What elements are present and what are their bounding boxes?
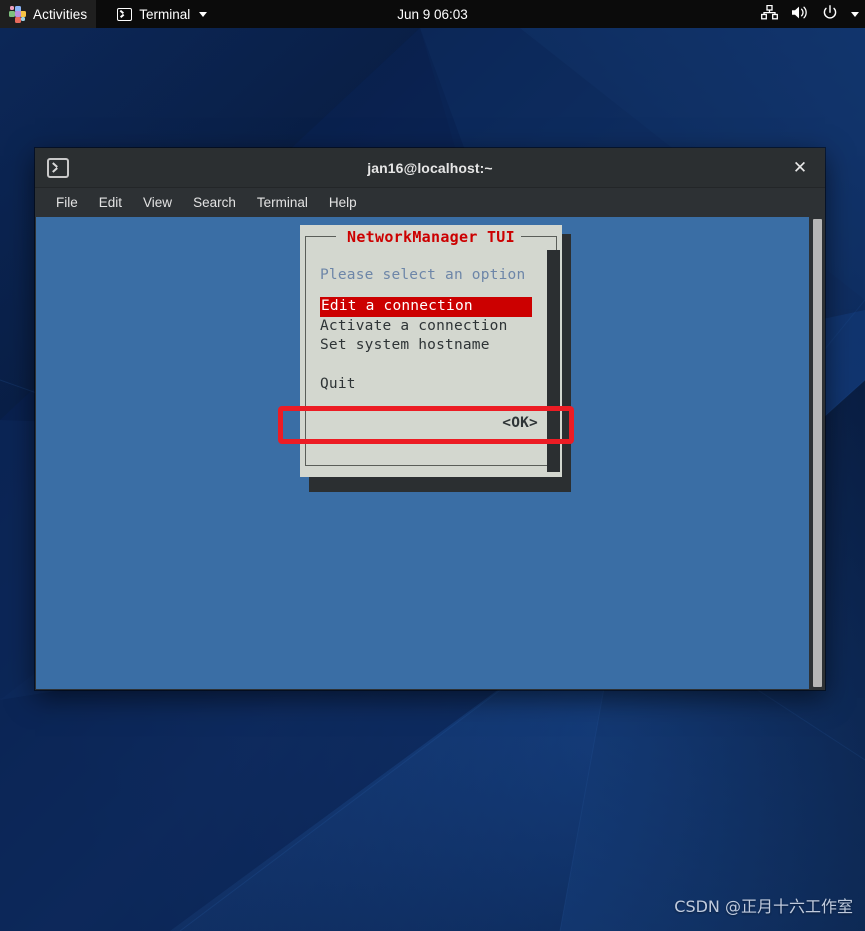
- app-menu-label: Terminal: [139, 7, 190, 22]
- chevron-down-icon: [199, 12, 207, 17]
- tui-option-spacer: [320, 356, 534, 376]
- network-icon: [761, 5, 778, 23]
- watermark: CSDN @正月十六工作室: [674, 893, 853, 917]
- tui-option-list: Edit a connection Activate a connection …: [320, 297, 534, 395]
- terminal-screen[interactable]: NetworkManager TUI Please select an opti…: [36, 217, 809, 689]
- close-icon[interactable]: ✕: [789, 157, 811, 179]
- menu-item-terminal[interactable]: Terminal: [248, 192, 317, 213]
- terminal-icon: [117, 8, 132, 21]
- terminal-menubar: File Edit View Search Terminal Help: [35, 188, 825, 217]
- volume-icon: [791, 5, 809, 23]
- ok-button[interactable]: <OK>: [502, 415, 538, 431]
- gnome-activities-icon: [9, 6, 26, 23]
- tui-option-activate-connection[interactable]: Activate a connection: [320, 317, 534, 337]
- terminal-window-icon: [47, 158, 69, 178]
- tui-option-quit[interactable]: Quit: [320, 375, 534, 395]
- menu-item-file[interactable]: File: [47, 192, 87, 213]
- clock-text: Jun 9 06:03: [397, 7, 468, 22]
- tui-list-scroll-gutter: [547, 250, 560, 472]
- activities-button[interactable]: Activities: [0, 0, 96, 28]
- system-tray[interactable]: [761, 0, 859, 28]
- power-icon: [822, 5, 838, 24]
- tray-chevron-down-icon[interactable]: [851, 12, 859, 17]
- tui-option-set-hostname[interactable]: Set system hostname: [320, 336, 534, 356]
- terminal-window-title: jan16@localhost:~: [35, 160, 825, 176]
- terminal-scrollbar[interactable]: [810, 217, 824, 689]
- tui-dialog: NetworkManager TUI Please select an opti…: [300, 225, 562, 477]
- terminal-titlebar[interactable]: jan16@localhost:~ ✕: [35, 148, 825, 188]
- app-menu-terminal[interactable]: Terminal: [108, 0, 216, 28]
- tui-dialog-subtitle: Please select an option: [320, 267, 525, 283]
- tui-dialog-title: NetworkManager TUI: [300, 228, 562, 246]
- terminal-body: NetworkManager TUI Please select an opti…: [35, 217, 825, 690]
- terminal-window: jan16@localhost:~ ✕ File Edit View Searc…: [35, 148, 825, 690]
- activities-label: Activities: [33, 7, 87, 22]
- menu-item-help[interactable]: Help: [320, 192, 366, 213]
- menu-item-edit[interactable]: Edit: [90, 192, 131, 213]
- menu-item-search[interactable]: Search: [184, 192, 245, 213]
- gnome-top-bar: Activities Terminal Jun 9 06:03: [0, 0, 865, 28]
- menu-item-view[interactable]: View: [134, 192, 181, 213]
- tui-option-edit-connection[interactable]: Edit a connection: [320, 297, 532, 317]
- terminal-scrollbar-thumb[interactable]: [813, 219, 822, 687]
